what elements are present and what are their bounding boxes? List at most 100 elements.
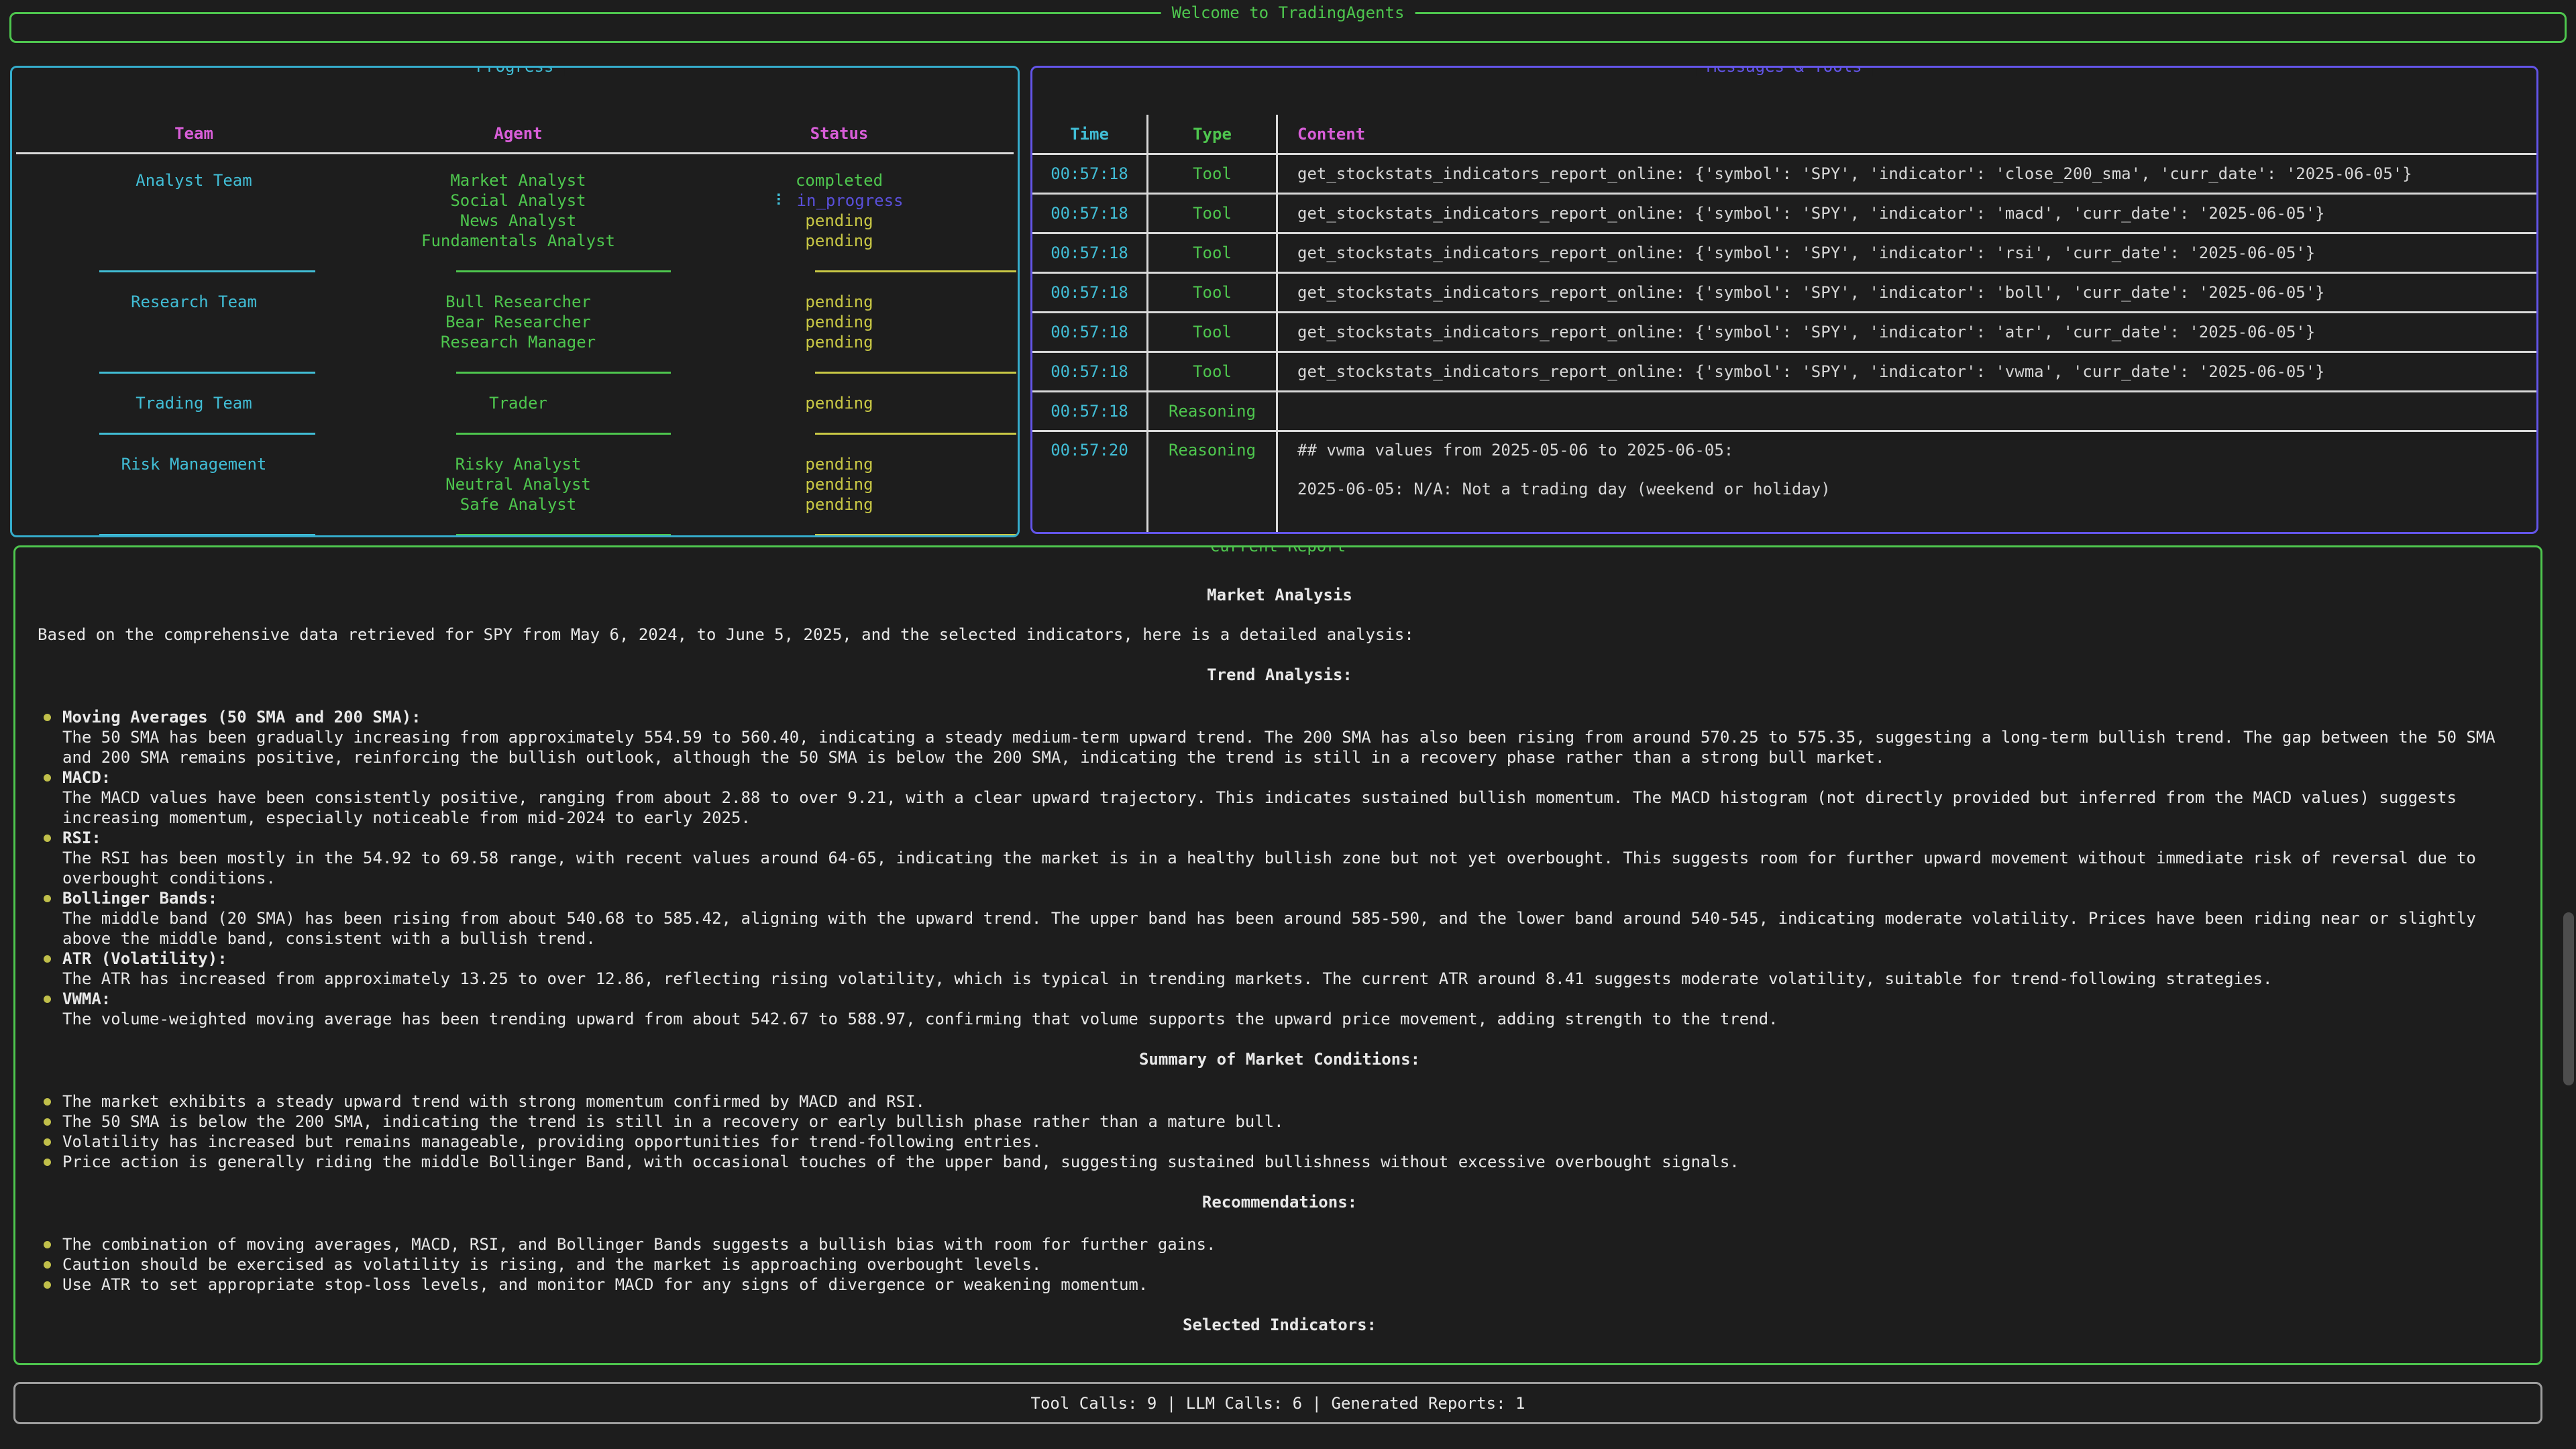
team-name	[12, 312, 376, 332]
progress-row: Bear Researcher pending	[12, 312, 1018, 332]
bullet-body: The combination of moving averages, MACD…	[62, 1235, 1216, 1254]
report-sections: Trend Analysis: Moving Averages (50 SMA a…	[38, 665, 2522, 1335]
report-panel: Current Report Market Analysis Based on …	[13, 545, 2542, 1365]
agent-name: Bear Researcher	[376, 312, 661, 332]
progress-row: Neutral Analyst pending	[12, 474, 1018, 494]
team-name: Risk Management	[12, 454, 376, 474]
status-value: completed	[661, 170, 1018, 191]
message-type: Tool	[1148, 155, 1278, 195]
banner-title: Welcome to TradingAgents	[1161, 3, 1415, 23]
message-time: 00:57:18	[1032, 274, 1148, 313]
agent-name: Neutral Analyst	[376, 474, 661, 494]
report-bullet: ATR (Volatility):The ATR has increased f…	[38, 949, 2522, 989]
message-time: 00:57:18	[1032, 353, 1148, 392]
report-bullet: RSI:The RSI has been mostly in the 54.92…	[38, 828, 2522, 888]
report-section-heading: Summary of Market Conditions:	[38, 1049, 2522, 1069]
progress-column-header: Status	[661, 115, 1018, 152]
report-bullet: Bollinger Bands:The middle band (20 SMA)…	[38, 888, 2522, 949]
progress-table: TeamAgentStatus Analyst Team Market Anal…	[12, 115, 1018, 537]
bullet-label: Moving Averages (50 SMA and 200 SMA):	[62, 707, 2522, 727]
bullet-body: The ATR has increased from approximately…	[62, 969, 2272, 988]
app-window: Welcome to TradingAgents Progress TeamAg…	[0, 0, 2576, 1449]
message-content: get_stockstats_indicators_report_online:…	[1278, 234, 2536, 274]
group-separator	[12, 413, 1018, 454]
report-body: Market Analysis Based on the comprehensi…	[15, 547, 2540, 1335]
messages-table: TimeTypeContent00:57:18Toolget_stockstat…	[1032, 115, 2536, 533]
bullet-body: Caution should be exercised as volatilit…	[62, 1255, 1041, 1274]
scrollbar-thumb[interactable]	[2563, 912, 2574, 1085]
agent-name: Research Manager	[376, 332, 661, 352]
report-section-heading: Selected Indicators:	[38, 1315, 2522, 1335]
agent-name: Bull Researcher	[376, 292, 661, 312]
agent-name: Risky Analyst	[376, 454, 661, 474]
report-section-heading: Recommendations:	[38, 1192, 2522, 1212]
progress-column-header: Team	[12, 115, 376, 152]
status-bar-text: Tool Calls: 9 | LLM Calls: 6 | Generated…	[1031, 1394, 1525, 1413]
progress-row: Research Manager pending	[12, 332, 1018, 352]
message-content: get_stockstats_indicators_report_online:…	[1278, 313, 2536, 353]
report-bullet-list: Moving Averages (50 SMA and 200 SMA):The…	[38, 707, 2522, 1029]
message-content: get_stockstats_indicators_report_online:…	[1278, 195, 2536, 234]
messages-panel-title: Messages & Tools	[1696, 66, 1872, 76]
message-type: Tool	[1148, 234, 1278, 274]
report-section-heading: Trend Analysis:	[38, 665, 2522, 685]
team-name	[12, 474, 376, 494]
progress-row: Research Team Bull Researcher pending	[12, 292, 1018, 312]
status-value: ⠇ in_progress	[661, 191, 1018, 211]
report-intro: Based on the comprehensive data retrieve…	[38, 625, 2522, 645]
status-value: pending	[661, 332, 1018, 352]
status-value: pending	[661, 474, 1018, 494]
message-time: 00:57:18	[1032, 313, 1148, 353]
welcome-banner: Welcome to TradingAgents	[9, 12, 2567, 43]
team-name	[12, 332, 376, 352]
report-bullet: MACD:The MACD values have been consisten…	[38, 767, 2522, 828]
progress-row: Risk Management Risky Analyst pending	[12, 454, 1018, 474]
report-main-heading: Market Analysis	[38, 585, 2522, 605]
messages-column-header: Content	[1278, 115, 2536, 155]
bullet-label: ATR (Volatility):	[62, 949, 2522, 969]
agent-name: Safe Analyst	[376, 494, 661, 515]
agent-name: Social Analyst	[376, 191, 661, 211]
message-content	[1278, 392, 2536, 432]
status-value: pending	[661, 231, 1018, 251]
message-type: Tool	[1148, 353, 1278, 392]
bullet-body: Use ATR to set appropriate stop-loss lev…	[62, 1275, 1148, 1294]
agent-name: Fundamentals Analyst	[376, 231, 661, 251]
bullet-body: The 50 SMA has been gradually increasing…	[62, 728, 2496, 767]
message-time: 00:57:20	[1032, 432, 1148, 533]
status-value: pending	[661, 494, 1018, 515]
report-bullet: Use ATR to set appropriate stop-loss lev…	[38, 1275, 2522, 1295]
team-name	[12, 231, 376, 251]
bullet-label: MACD:	[62, 767, 2522, 788]
report-bullet: The market exhibits a steady upward tren…	[38, 1091, 2522, 1112]
message-type: Reasoning	[1148, 432, 1278, 533]
message-type: Tool	[1148, 313, 1278, 353]
status-value: pending	[661, 454, 1018, 474]
agent-name: Trader	[376, 393, 661, 413]
status-bar: Tool Calls: 9 | LLM Calls: 6 | Generated…	[13, 1382, 2542, 1424]
report-panel-title: Current Report	[1199, 545, 1356, 556]
progress-row: Safe Analyst pending	[12, 494, 1018, 515]
message-time: 00:57:18	[1032, 234, 1148, 274]
messages-column-header: Type	[1148, 115, 1278, 155]
progress-row: Trading Team Trader pending	[12, 393, 1018, 413]
group-separator	[12, 251, 1018, 292]
status-value: pending	[661, 292, 1018, 312]
progress-panel: Progress TeamAgentStatus Analyst Team Ma…	[10, 66, 1020, 537]
group-separator	[12, 515, 1018, 537]
status-value: pending	[661, 211, 1018, 231]
message-time: 00:57:18	[1032, 195, 1148, 234]
team-name: Analyst Team	[12, 170, 376, 191]
progress-column-header: Agent	[376, 115, 661, 152]
report-bullet: Moving Averages (50 SMA and 200 SMA):The…	[38, 707, 2522, 767]
progress-panel-title: Progress	[466, 66, 565, 76]
message-type: Tool	[1148, 274, 1278, 313]
progress-row: News Analyst pending	[12, 211, 1018, 231]
bullet-body: The RSI has been mostly in the 54.92 to …	[62, 849, 2476, 888]
report-bullet: Price action is generally riding the mid…	[38, 1152, 2522, 1172]
status-value: pending	[661, 312, 1018, 332]
bullet-label: VWMA:	[62, 989, 2522, 1009]
message-content: get_stockstats_indicators_report_online:…	[1278, 274, 2536, 313]
message-content: get_stockstats_indicators_report_online:…	[1278, 353, 2536, 392]
bullet-body: The MACD values have been consistently p…	[62, 788, 2457, 827]
